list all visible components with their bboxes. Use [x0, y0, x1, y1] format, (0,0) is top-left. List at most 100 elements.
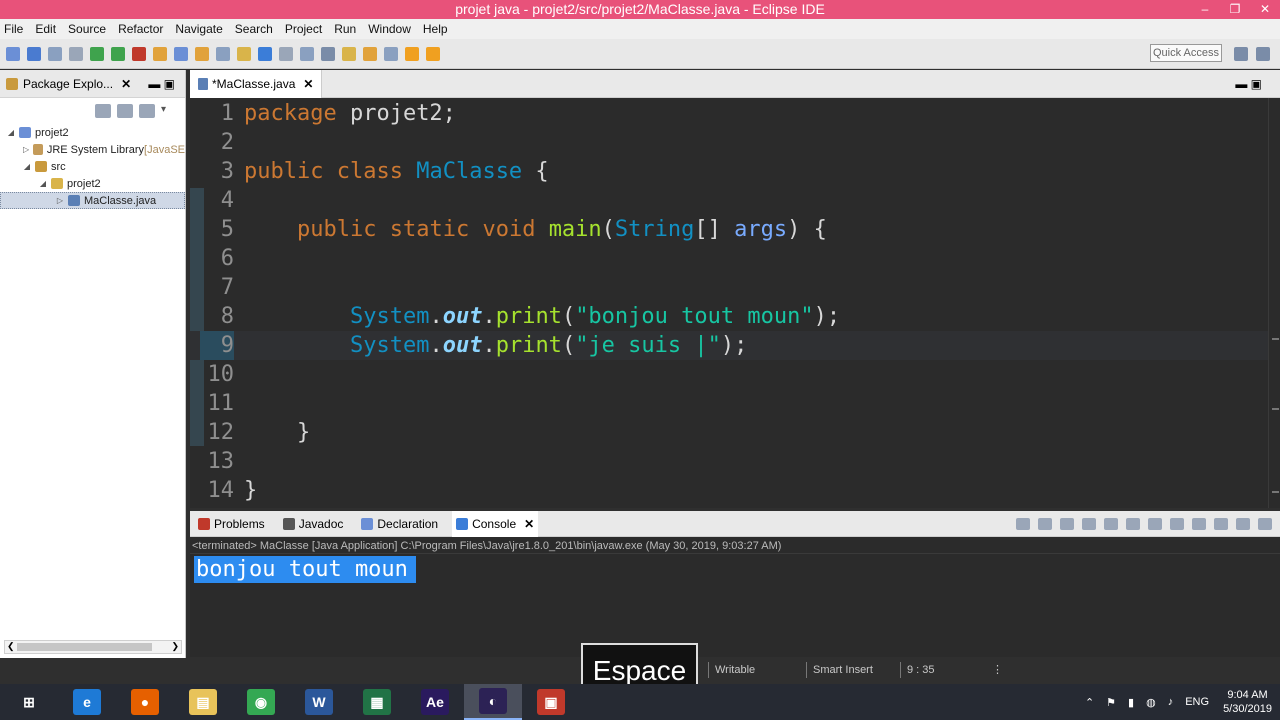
console-tool-icon[interactable]: [1016, 517, 1030, 530]
toolbar-icon-2[interactable]: [27, 46, 41, 61]
console-tool-icon[interactable]: [1104, 517, 1118, 530]
close-button[interactable]: ✕: [1250, 0, 1280, 19]
code-line[interactable]: 11: [190, 389, 1268, 418]
toolbar-icon-9[interactable]: [174, 46, 188, 61]
toolbar-icon-7[interactable]: [132, 46, 146, 61]
expand-arrow-icon[interactable]: ◢: [38, 179, 48, 188]
toolbar-icon-21[interactable]: [426, 46, 440, 61]
toolbar-icon-4[interactable]: [69, 46, 83, 61]
toolbar-icon-5[interactable]: [90, 46, 104, 61]
toolbar-icon-1[interactable]: [6, 46, 20, 61]
toolbar-icon-3[interactable]: [48, 46, 62, 61]
firefox-button[interactable]: ●: [116, 684, 174, 720]
toolbar-icon-6[interactable]: [111, 46, 125, 61]
close-icon[interactable]: ✕: [121, 77, 131, 91]
toolbar-icon-20[interactable]: [405, 46, 419, 61]
expand-arrow-icon[interactable]: ▷: [55, 196, 65, 205]
toolbar-icon-17[interactable]: [342, 46, 356, 61]
word-button[interactable]: W: [290, 684, 348, 720]
menu-item-navigate[interactable]: Navigate: [175, 22, 222, 36]
code-line[interactable]: 7: [190, 273, 1268, 302]
console-tool-icon[interactable]: [1038, 517, 1052, 530]
link-editor-icon[interactable]: [117, 104, 133, 118]
code-line[interactable]: 5 public static void main(String[] args)…: [190, 215, 1268, 244]
toolbar-icon-10[interactable]: [195, 46, 209, 61]
overview-ruler[interactable]: [1268, 98, 1280, 508]
code-line[interactable]: 10: [190, 360, 1268, 389]
toolbar-icon-18[interactable]: [363, 46, 377, 61]
console-tool-icon[interactable]: [1060, 517, 1074, 530]
toolbar-icon-16[interactable]: [321, 46, 335, 61]
close-icon[interactable]: ✕: [524, 517, 534, 531]
code-line[interactable]: 8 System.out.print("bonjou tout moun");: [190, 302, 1268, 331]
volume-icon[interactable]: ♪: [1168, 696, 1174, 708]
tab-maclasse-java[interactable]: *MaClasse.java ✕: [190, 69, 323, 98]
tree-item[interactable]: ▷ JRE System Library [JavaSE: [0, 141, 185, 158]
menu-item-edit[interactable]: Edit: [35, 22, 56, 36]
flag-icon[interactable]: ⚑: [1106, 696, 1116, 709]
code-line[interactable]: 13: [190, 447, 1268, 476]
tree-item[interactable]: ◢ projet2: [0, 175, 185, 192]
tab-problems[interactable]: Problems: [194, 511, 269, 537]
menu-item-search[interactable]: Search: [235, 22, 273, 36]
menu-item-window[interactable]: Window: [368, 22, 411, 36]
code-line[interactable]: 12 }: [190, 418, 1268, 447]
minimize-button[interactable]: ‒: [1190, 0, 1220, 19]
filter-icon[interactable]: [139, 104, 155, 118]
scroll-thumb[interactable]: [17, 643, 152, 651]
perspective-switcher[interactable]: [1226, 47, 1270, 61]
scroll-right-icon[interactable]: ❯: [171, 641, 179, 652]
menu-item-refactor[interactable]: Refactor: [118, 22, 163, 36]
menu-item-source[interactable]: Source: [68, 22, 106, 36]
menu-item-project[interactable]: Project: [285, 22, 322, 36]
code-line[interactable]: 14}: [190, 476, 1268, 505]
console-tool-icon[interactable]: [1126, 517, 1140, 530]
tray-up-icon[interactable]: ⌃: [1085, 696, 1094, 709]
package-explorer-title[interactable]: Package Explo...: [23, 77, 113, 91]
console-tool-icon[interactable]: [1258, 517, 1272, 530]
close-icon[interactable]: ✕: [303, 77, 313, 91]
collapse-all-icon[interactable]: [95, 104, 111, 118]
toolbar-icon-13[interactable]: [258, 46, 272, 61]
menu-item-help[interactable]: Help: [423, 22, 448, 36]
console-tool-icon[interactable]: [1236, 517, 1250, 530]
eclipse-button[interactable]: ◐: [464, 684, 522, 720]
menu-item-file[interactable]: File: [4, 22, 23, 36]
horizontal-scrollbar[interactable]: ❮ ❯: [4, 640, 182, 654]
excel-button[interactable]: ▦: [348, 684, 406, 720]
minimize-maximize-icon[interactable]: ▬ ▣: [1235, 77, 1262, 91]
network-icon[interactable]: ◍: [1146, 696, 1156, 709]
toolbar-icon-12[interactable]: [237, 46, 251, 61]
code-line[interactable]: 9 System.out.print("je suis |");: [190, 331, 1268, 360]
console-output[interactable]: bonjou tout moun: [194, 556, 416, 583]
toolbar-icon-11[interactable]: [216, 46, 230, 61]
expand-arrow-icon[interactable]: ◢: [22, 162, 32, 171]
edge-button[interactable]: e: [58, 684, 116, 720]
code-line[interactable]: 6: [190, 244, 1268, 273]
java-perspective-icon[interactable]: [1256, 47, 1270, 61]
console-tool-icon[interactable]: [1214, 517, 1228, 530]
menu-item-run[interactable]: Run: [334, 22, 356, 36]
after-effects-button[interactable]: Ae: [406, 684, 464, 720]
console-tool-icon[interactable]: [1148, 517, 1162, 530]
tab-console[interactable]: Console ✕: [452, 510, 539, 537]
code-line[interactable]: 1 package projet2;: [190, 99, 1268, 128]
console-tool-icon[interactable]: [1192, 517, 1206, 530]
console-tool-icon[interactable]: [1082, 517, 1096, 530]
code-line[interactable]: 2: [190, 128, 1268, 157]
code-line[interactable]: 4: [190, 186, 1268, 215]
view-menu-icon[interactable]: ▾: [161, 104, 177, 118]
tree-item[interactable]: ◢ projet2: [0, 124, 185, 141]
code-area[interactable]: 1 package projet2; 2 3 public class MaClasse…: [190, 98, 1268, 508]
tree-item[interactable]: ◢ src: [0, 158, 185, 175]
chrome-button[interactable]: ◉: [232, 684, 290, 720]
tab-javadoc[interactable]: Javadoc: [279, 511, 348, 537]
language-indicator[interactable]: ENG: [1185, 696, 1209, 708]
maximize-button[interactable]: ❐: [1220, 0, 1250, 19]
scroll-left-icon[interactable]: ❮: [7, 641, 15, 652]
code-line[interactable]: 3 public class MaClasse {: [190, 157, 1268, 186]
battery-icon[interactable]: ▮: [1128, 696, 1134, 709]
file-explorer-button[interactable]: ▤: [174, 684, 232, 720]
toolbar-icon-15[interactable]: [300, 46, 314, 61]
toolbar-icon-8[interactable]: [153, 46, 167, 61]
